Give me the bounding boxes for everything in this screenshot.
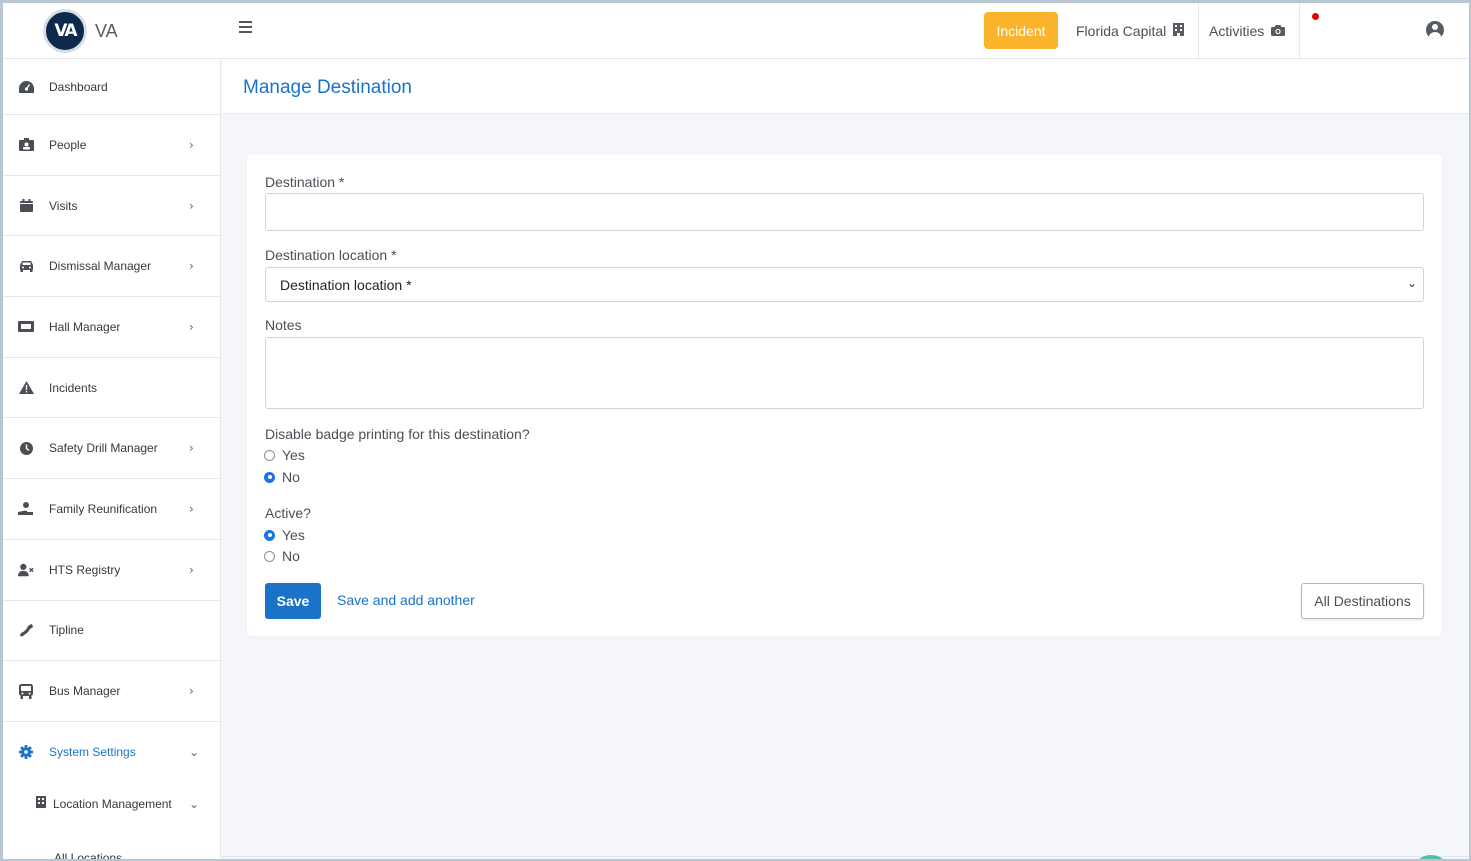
radio-button[interactable] — [264, 529, 275, 541]
sidebar-subitem-label: All Locations — [54, 850, 123, 861]
warning-icon — [18, 381, 34, 395]
sidebar-subitem-location-management[interactable]: Location Management ⌄ — [3, 783, 220, 825]
sidebar-item-incidents[interactable]: Incidents — [3, 358, 220, 419]
save-button[interactable]: Save — [265, 583, 321, 619]
brand-logo: VA — [43, 9, 87, 53]
bus-icon — [18, 683, 34, 699]
sidebar-item-label: Family Reunification — [49, 501, 158, 516]
chevron-right-icon: › — [189, 198, 194, 213]
chevron-right-icon: › — [189, 562, 194, 577]
radio-button[interactable] — [264, 471, 275, 483]
sidebar-item-label: Visits — [49, 198, 78, 213]
sidebar-item-label: HTS Registry — [49, 562, 121, 577]
hand-user-icon — [18, 501, 34, 516]
chevron-down-icon: ⌄ — [189, 745, 200, 760]
chevron-right-icon: › — [189, 319, 194, 334]
chevron-right-icon: › — [189, 137, 194, 152]
sidebar-item-label: System Settings — [49, 745, 136, 760]
clock-icon — [18, 441, 34, 455]
building-icon — [36, 796, 46, 811]
radio-label: No — [282, 548, 300, 564]
org-selector[interactable]: Florida Capital — [1076, 3, 1185, 59]
navbar-divider — [1299, 3, 1300, 59]
destination-location-select[interactable]: Destination location * ⌄ — [265, 267, 1424, 302]
destination-label: Destination * — [265, 174, 345, 190]
active-yes-option[interactable]: Yes — [264, 527, 305, 543]
radio-label: Yes — [282, 527, 305, 543]
radio-label: No — [282, 469, 300, 485]
top-navbar: VA VA Incident Florida Capital Activitie… — [3, 3, 1469, 59]
chevron-right-icon: › — [189, 684, 194, 699]
chevron-down-icon: ⌄ — [1406, 276, 1417, 290]
destination-location-selected: Destination location * — [280, 276, 412, 293]
footer-divider — [222, 856, 1469, 857]
sidebar-item-visits[interactable]: Visits › — [3, 176, 220, 237]
notification-dot[interactable] — [1312, 13, 1319, 20]
brand-name: VA — [95, 20, 118, 41]
sidebar-item-label: Incidents — [49, 380, 98, 395]
notes-textarea[interactable] — [265, 337, 1424, 409]
destination-location-label: Destination location * — [265, 247, 397, 263]
chevron-right-icon: › — [189, 501, 194, 516]
sidebar-item-label: Bus Manager — [49, 684, 121, 699]
page-header: Manage Destination — [222, 59, 1469, 114]
gear-icon — [18, 745, 34, 760]
chevron-right-icon: › — [189, 259, 194, 274]
radio-label: Yes — [282, 447, 305, 463]
sidebar-item-hts-registry[interactable]: HTS Registry › — [3, 540, 220, 601]
sidebar-item-tipline[interactable]: Tipline — [3, 601, 220, 662]
sidebar-item-hall-manager[interactable]: Hall Manager › — [3, 297, 220, 358]
sidebar-item-people[interactable]: People › — [3, 115, 220, 176]
sidebar: Dashboard People › Visits › Dismissal Ma… — [3, 59, 221, 859]
badge-printing-yes-option[interactable]: Yes — [264, 447, 305, 463]
sidebar-item-family-reunification[interactable]: Family Reunification › — [3, 479, 220, 540]
destination-form-card: Destination * Destination location * Des… — [247, 154, 1442, 636]
incident-button[interactable]: Incident — [984, 12, 1058, 49]
ticket-icon — [18, 320, 34, 334]
notes-label: Notes — [265, 317, 302, 333]
calendar-icon — [18, 199, 34, 213]
radio-button[interactable] — [264, 550, 275, 562]
hamburger-menu-icon[interactable] — [239, 21, 252, 33]
sidebar-item-label: Tipline — [49, 623, 84, 638]
app-frame: VA VA Incident Florida Capital Activitie… — [0, 0, 1471, 861]
sidebar-item-bus-manager[interactable]: Bus Manager › — [3, 661, 220, 722]
brand[interactable]: VA VA — [43, 9, 118, 53]
chevron-down-icon: ⌄ — [189, 796, 200, 811]
user-account-icon[interactable] — [1426, 21, 1444, 39]
active-no-option[interactable]: No — [264, 548, 300, 564]
destination-input[interactable] — [265, 193, 1424, 231]
sidebar-item-label: Hall Manager — [49, 319, 121, 334]
activities-label: Activities — [1209, 23, 1265, 39]
badge-printing-no-option[interactable]: No — [264, 469, 300, 485]
sidebar-item-safety-drill-manager[interactable]: Safety Drill Manager › — [3, 418, 220, 480]
user-x-icon — [18, 563, 34, 577]
sidebar-item-label: People — [49, 137, 87, 152]
sidebar-item-label: Safety Drill Manager — [49, 441, 158, 456]
sidebar-subitem-label: Location Management — [53, 796, 172, 811]
save-and-add-another-link[interactable]: Save and add another — [337, 592, 475, 608]
active-question: Active? — [265, 505, 311, 521]
badge-printing-question: Disable badge printing for this destinat… — [265, 426, 530, 442]
all-destinations-button[interactable]: All Destinations — [1301, 583, 1424, 619]
sidebar-subitem-all-locations[interactable]: All Locations — [3, 825, 220, 861]
dashboard-gauge-icon — [18, 80, 34, 94]
id-badge-icon — [18, 138, 34, 152]
sidebar-item-dashboard[interactable]: Dashboard — [3, 59, 220, 115]
page-title: Manage Destination — [243, 77, 412, 98]
building-icon — [1173, 23, 1185, 39]
camera-icon — [1271, 24, 1286, 39]
sidebar-item-label: Dismissal Manager — [49, 259, 152, 274]
navbar-divider — [1198, 3, 1199, 59]
sidebar-item-system-settings[interactable]: System Settings ⌄ — [3, 722, 220, 783]
activities-link[interactable]: Activities — [1209, 3, 1286, 59]
org-label: Florida Capital — [1076, 23, 1167, 39]
sidebar-item-dismissal-manager[interactable]: Dismissal Manager › — [3, 236, 220, 298]
sidebar-item-label: Dashboard — [49, 79, 108, 94]
car-icon — [18, 259, 34, 273]
chevron-right-icon: › — [189, 441, 194, 456]
radio-button[interactable] — [264, 449, 275, 461]
phone-icon — [18, 623, 34, 637]
